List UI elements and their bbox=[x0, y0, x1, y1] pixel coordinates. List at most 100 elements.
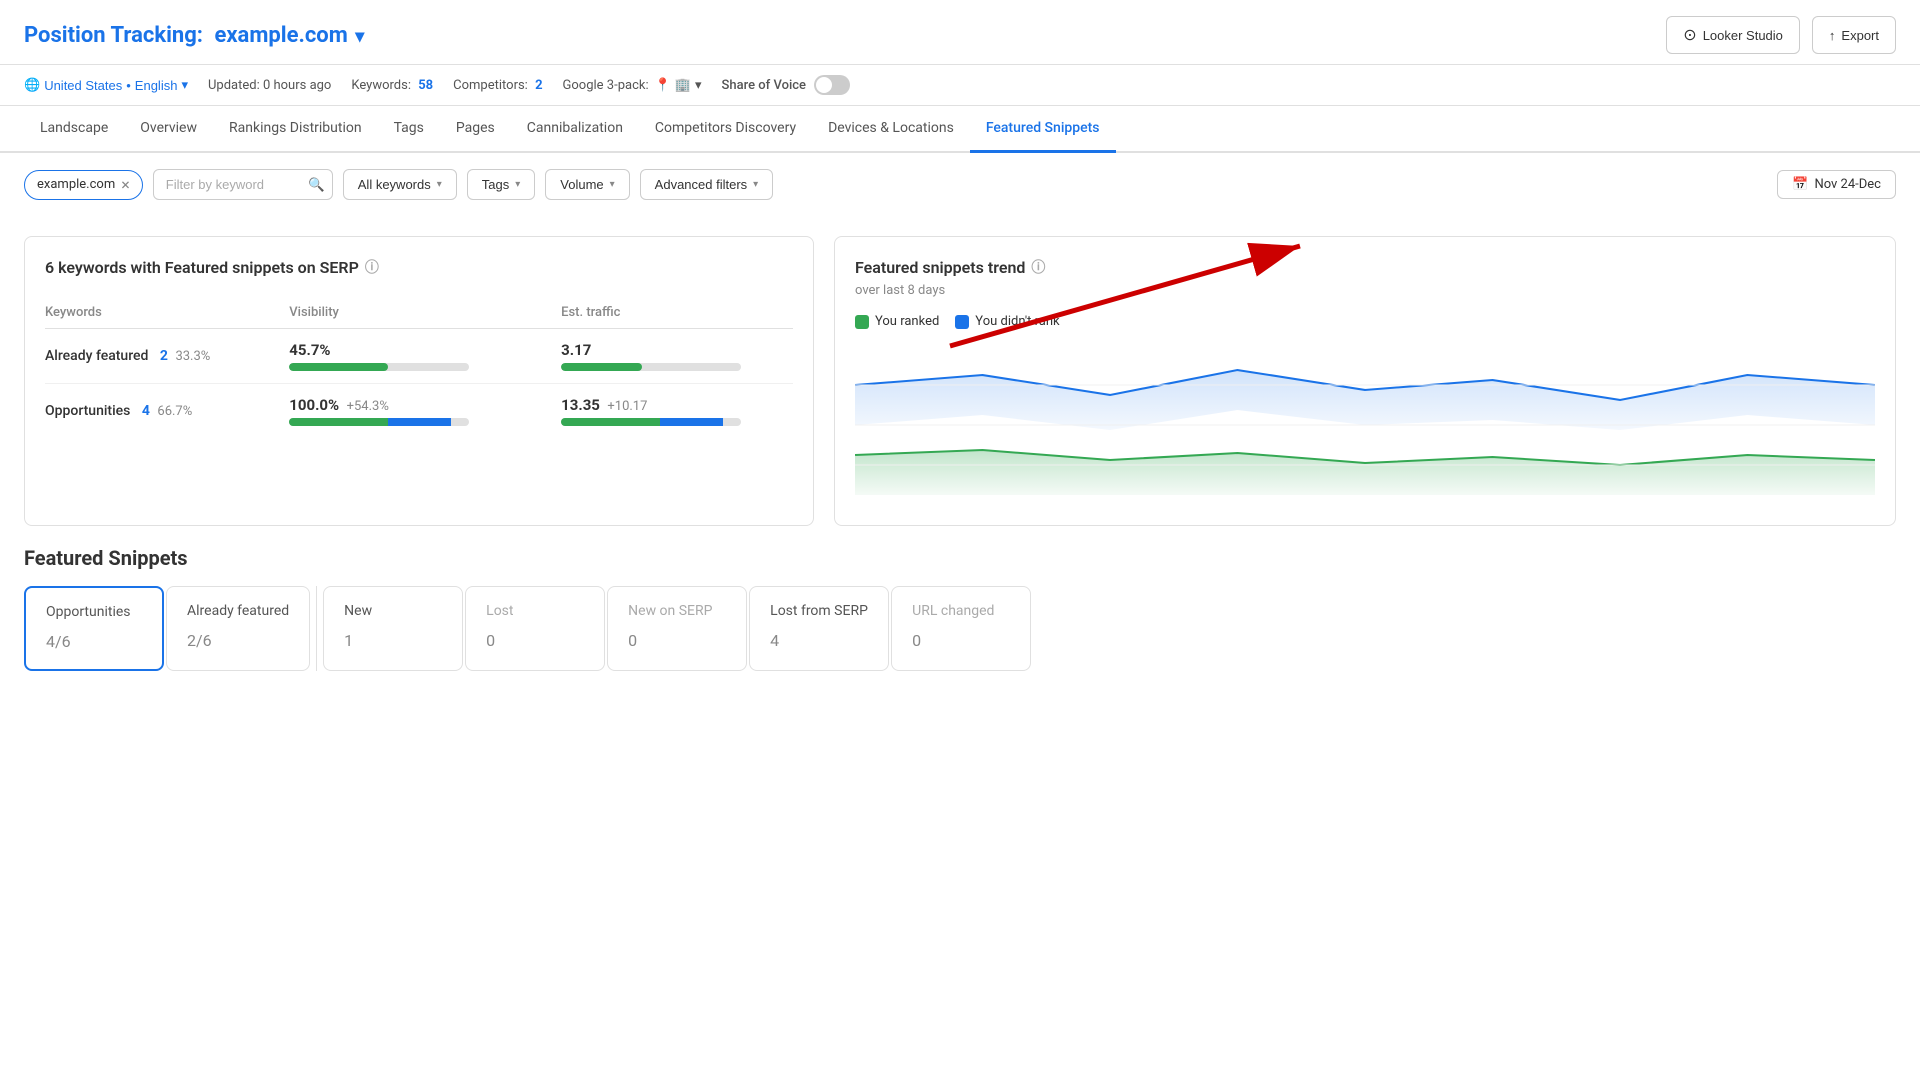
tab-pages[interactable]: Pages bbox=[440, 106, 511, 153]
volume-dropdown[interactable]: Volume ▾ bbox=[545, 169, 629, 200]
nav-tabs: Landscape Overview Rankings Distribution… bbox=[0, 106, 1920, 153]
featured-snippets-section: Featured Snippets Opportunities 4/6 Alre… bbox=[0, 546, 1920, 695]
location-pin-icon: 📍 bbox=[655, 78, 671, 93]
card-url-changed-label: URL changed bbox=[912, 603, 1010, 619]
card-already-featured-label: Already featured bbox=[187, 603, 289, 619]
location-chevron: ▾ bbox=[181, 77, 188, 93]
panel-right-info-icon[interactable]: ⓘ bbox=[1031, 257, 1045, 277]
tab-landscape[interactable]: Landscape bbox=[24, 106, 124, 153]
featured-snippets-summary-panel: 6 keywords with Featured snippets on SER… bbox=[24, 236, 814, 526]
trend-chart bbox=[855, 345, 1875, 505]
tab-tags[interactable]: Tags bbox=[378, 106, 440, 153]
search-icon: 🔍 bbox=[308, 177, 325, 192]
page-title: Position Tracking: example.com ▾ bbox=[24, 23, 364, 48]
looker-studio-label: Looker Studio bbox=[1703, 28, 1783, 43]
header-actions: ⊙ Looker Studio ↑ Export bbox=[1666, 16, 1896, 54]
keywords-label: Keywords: bbox=[351, 78, 411, 93]
tab-featured-snippets[interactable]: Featured Snippets bbox=[970, 106, 1116, 153]
language-label: English bbox=[135, 78, 178, 93]
row-already-featured-visibility: 45.7% bbox=[249, 329, 521, 384]
volume-label: Volume bbox=[560, 177, 603, 192]
export-icon: ↑ bbox=[1829, 28, 1836, 43]
legend-ranked-checkbox[interactable] bbox=[855, 315, 869, 329]
domain-filter-tag: example.com × bbox=[24, 170, 143, 200]
keyword-filter-input[interactable] bbox=[153, 169, 333, 200]
split-blue-1 bbox=[388, 418, 451, 426]
all-keywords-chevron: ▾ bbox=[437, 179, 442, 190]
tab-competitors-discovery[interactable]: Competitors Discovery bbox=[639, 106, 812, 153]
card-already-featured-value: 2/6 bbox=[187, 627, 289, 652]
export-label: Export bbox=[1841, 28, 1879, 43]
tab-rankings-distribution[interactable]: Rankings Distribution bbox=[213, 106, 378, 153]
domain-filter-close[interactable]: × bbox=[121, 177, 130, 193]
section-title: Featured Snippets bbox=[24, 546, 1896, 570]
legend-ranked-label: You ranked bbox=[875, 314, 939, 329]
tab-cannibalization[interactable]: Cannibalization bbox=[511, 106, 639, 153]
updated-label: Updated: 0 hours ago bbox=[208, 78, 331, 93]
filter-bar: example.com × 🔍 All keywords ▾ Tags ▾ Vo… bbox=[0, 153, 1920, 216]
domain-filter-label: example.com bbox=[37, 177, 115, 192]
visibility-progress-bar-1 bbox=[289, 418, 469, 426]
card-lost-from-serp[interactable]: Lost from SERP 4 bbox=[749, 586, 889, 671]
col-header-visibility: Visibility bbox=[249, 297, 521, 329]
all-keywords-label: All keywords bbox=[358, 177, 431, 192]
search-button[interactable]: 🔍 bbox=[308, 177, 325, 193]
progress-split-1 bbox=[289, 418, 451, 426]
card-lost-value: 0 bbox=[486, 627, 584, 652]
chart-legend: You ranked You didn't rank bbox=[855, 314, 1875, 329]
card-lost-from-serp-label: Lost from SERP bbox=[770, 603, 868, 619]
looker-studio-button[interactable]: ⊙ Looker Studio bbox=[1666, 16, 1800, 54]
advanced-filters-label: Advanced filters bbox=[655, 177, 748, 192]
traffic-split-green-1 bbox=[561, 418, 660, 426]
card-lost-from-serp-value: 4 bbox=[770, 627, 868, 652]
legend-not-ranked-checkbox[interactable] bbox=[955, 315, 969, 329]
keywords-count: 58 bbox=[418, 78, 433, 93]
tags-dropdown[interactable]: Tags ▾ bbox=[467, 169, 536, 200]
card-opportunities-label: Opportunities bbox=[46, 604, 142, 620]
keyword-filter-wrap: 🔍 bbox=[153, 169, 333, 200]
export-button[interactable]: ↑ Export bbox=[1812, 16, 1896, 54]
card-opportunities[interactable]: Opportunities 4/6 bbox=[24, 586, 164, 671]
card-new-on-serp[interactable]: New on SERP 0 bbox=[607, 586, 747, 671]
g3pack-icons[interactable]: 📍 🏢 ▾ bbox=[655, 78, 702, 93]
share-of-voice-label: Share of Voice bbox=[722, 78, 807, 93]
tab-devices-locations[interactable]: Devices & Locations bbox=[812, 106, 970, 153]
card-new[interactable]: New 1 bbox=[323, 586, 463, 671]
share-of-voice: Share of Voice bbox=[722, 75, 851, 95]
date-range-label: Nov 24-Dec bbox=[1814, 177, 1881, 192]
volume-chevron: ▾ bbox=[610, 179, 615, 190]
card-opportunities-value: 4/6 bbox=[46, 628, 142, 653]
date-range-picker[interactable]: 📅 Nov 24-Dec bbox=[1777, 170, 1896, 199]
card-lost[interactable]: Lost 0 bbox=[465, 586, 605, 671]
tab-overview[interactable]: Overview bbox=[124, 106, 213, 153]
row-already-featured-traffic: 3.17 bbox=[521, 329, 793, 384]
panel-right-title-text: Featured snippets trend bbox=[855, 258, 1025, 277]
location-language-button[interactable]: 🌐 United States • English ▾ bbox=[24, 77, 188, 93]
row-opportunities-label: Opportunities 4 66.7% bbox=[45, 384, 249, 439]
split-green-1 bbox=[289, 418, 388, 426]
competitors-count: 2 bbox=[535, 78, 542, 93]
all-keywords-dropdown[interactable]: All keywords ▾ bbox=[343, 169, 457, 200]
traffic-green-0 bbox=[561, 363, 642, 371]
advanced-filters-dropdown[interactable]: Advanced filters ▾ bbox=[640, 169, 774, 200]
card-url-changed[interactable]: URL changed 0 bbox=[891, 586, 1031, 671]
col-header-traffic: Est. traffic bbox=[521, 297, 793, 329]
title-static: Position Tracking: bbox=[24, 23, 203, 48]
traffic-split-1 bbox=[561, 418, 723, 426]
share-of-voice-toggle[interactable] bbox=[814, 75, 850, 95]
tags-chevron: ▾ bbox=[515, 179, 520, 190]
panel-left-info-icon[interactable]: ⓘ bbox=[365, 257, 379, 277]
location-label: United States bbox=[44, 78, 122, 93]
progress-green-0 bbox=[289, 363, 388, 371]
trend-chart-svg bbox=[855, 345, 1875, 505]
looker-icon: ⊙ bbox=[1683, 25, 1696, 45]
domain-dropdown-icon[interactable]: ▾ bbox=[355, 26, 364, 47]
card-lost-label: Lost bbox=[486, 603, 584, 619]
legend-not-ranked-label: You didn't rank bbox=[975, 314, 1059, 329]
panel-right-title: Featured snippets trend ⓘ bbox=[855, 257, 1875, 277]
legend-ranked: You ranked bbox=[855, 314, 939, 329]
col-header-keywords: Keywords bbox=[45, 297, 249, 329]
g3pack-chevron[interactable]: ▾ bbox=[695, 78, 702, 93]
card-url-changed-value: 0 bbox=[912, 627, 1010, 652]
card-already-featured[interactable]: Already featured 2/6 bbox=[166, 586, 310, 671]
